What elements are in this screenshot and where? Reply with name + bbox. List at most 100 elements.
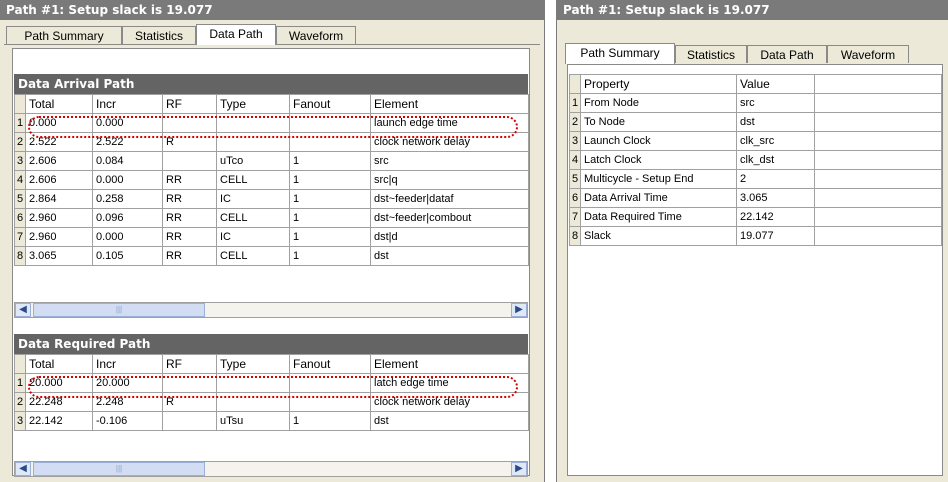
table-row[interactable]: 8 Slack 19.077 — [569, 226, 942, 246]
table-cell[interactable] — [162, 373, 217, 393]
column-header[interactable]: Element — [370, 94, 529, 114]
table-cell[interactable]: uTco — [216, 151, 290, 171]
table-cell[interactable]: RR — [162, 170, 217, 190]
table-cell[interactable]: 20.000 — [25, 373, 93, 393]
table-cell[interactable] — [289, 113, 371, 133]
table-row[interactable]: 4 2.606 0.000 RR CELL 1 src|q — [14, 170, 529, 190]
table-cell[interactable]: R — [162, 392, 217, 412]
table-cell[interactable]: Multicycle - Setup End — [580, 169, 737, 189]
table-cell[interactable]: 22.248 — [25, 392, 93, 412]
table-cell[interactable]: 0.000 — [92, 170, 163, 190]
table-cell[interactable]: 3.065 — [25, 246, 93, 266]
table-row[interactable]: 5 Multicycle - Setup End 2 — [569, 169, 942, 189]
table-cell[interactable]: 0.105 — [92, 246, 163, 266]
table-cell[interactable]: CELL — [216, 246, 290, 266]
table-row[interactable]: 7 2.960 0.000 RR IC 1 dst|d — [14, 227, 529, 247]
table-cell[interactable]: 1 — [289, 246, 371, 266]
column-header[interactable]: Incr — [92, 354, 163, 374]
column-header[interactable]: Incr — [92, 94, 163, 114]
table-cell[interactable]: IC — [216, 189, 290, 209]
table-row[interactable]: 1 20.000 20.000 latch edge time — [14, 373, 529, 393]
table-cell[interactable]: dst~feeder|dataf — [370, 189, 529, 209]
table-cell[interactable]: 2.606 — [25, 151, 93, 171]
table-row[interactable]: 1 0.000 0.000 launch edge time — [14, 113, 529, 133]
table-cell[interactable]: R — [162, 132, 217, 152]
table-cell[interactable]: 20.000 — [92, 373, 163, 393]
table-cell[interactable]: 1 — [289, 227, 371, 247]
table-cell[interactable]: 19.077 — [736, 226, 815, 246]
table-cell[interactable]: RR — [162, 246, 217, 266]
table-cell[interactable]: Latch Clock — [580, 150, 737, 170]
table-cell[interactable]: clk_dst — [736, 150, 815, 170]
table-cell[interactable]: 22.142 — [736, 207, 815, 227]
table-cell[interactable]: clock network delay — [370, 132, 529, 152]
table-cell[interactable]: dst~feeder|combout — [370, 208, 529, 228]
table-cell[interactable] — [162, 411, 217, 431]
table-cell[interactable]: 1 — [289, 170, 371, 190]
column-header[interactable]: Property — [580, 74, 737, 94]
table-row[interactable]: 3 2.606 0.084 uTco 1 src — [14, 151, 529, 171]
required-horizontal-scrollbar[interactable]: ◀ ||| ▶ — [14, 461, 528, 477]
table-cell[interactable]: clk_src — [736, 131, 815, 151]
table-cell[interactable]: CELL — [216, 208, 290, 228]
table-cell[interactable]: src — [736, 93, 815, 113]
table-cell[interactable]: 0.084 — [92, 151, 163, 171]
table-row[interactable]: 3 22.142 -0.106 uTsu 1 dst — [14, 411, 529, 431]
table-cell[interactable]: Data Required Time — [580, 207, 737, 227]
table-row[interactable]: 2 2.522 2.522 Rclock network delay — [14, 132, 529, 152]
arrival-horizontal-scrollbar[interactable]: ◀ ||| ▶ — [14, 302, 528, 318]
table-cell[interactable]: To Node — [580, 112, 737, 132]
column-header[interactable]: Fanout — [289, 94, 371, 114]
tab-statistics[interactable]: Statistics — [675, 45, 747, 63]
table-cell[interactable]: 0.000 — [25, 113, 93, 133]
column-header[interactable]: Total — [25, 94, 93, 114]
tab-data-path[interactable]: Data Path — [747, 45, 827, 63]
table-cell[interactable]: Data Arrival Time — [580, 188, 737, 208]
column-header[interactable]: Fanout — [289, 354, 371, 374]
tab-waveform[interactable]: Waveform — [827, 45, 909, 63]
table-cell[interactable] — [289, 132, 371, 152]
tab-waveform[interactable]: Waveform — [276, 26, 356, 44]
table-cell[interactable]: 1 — [289, 208, 371, 228]
table-cell[interactable]: 3.065 — [736, 188, 815, 208]
table-cell[interactable]: RR — [162, 208, 217, 228]
table-row[interactable]: 3 Launch Clock clk_src — [569, 131, 942, 151]
column-header[interactable]: RF — [162, 94, 217, 114]
table-cell[interactable]: RR — [162, 189, 217, 209]
table-cell[interactable]: src — [370, 151, 529, 171]
table-row[interactable]: 5 2.864 0.258 RR IC 1 dst~feeder|dataf — [14, 189, 529, 209]
scroll-right-arrow-icon[interactable]: ▶ — [511, 462, 527, 476]
tab-data-path[interactable]: Data Path — [196, 24, 276, 45]
table-cell[interactable]: launch edge time — [370, 113, 529, 133]
column-header[interactable]: Total — [25, 354, 93, 374]
table-cell[interactable]: 0.258 — [92, 189, 163, 209]
table-row[interactable]: 4 Latch Clock clk_dst — [569, 150, 942, 170]
table-row[interactable]: 7 Data Required Time 22.142 — [569, 207, 942, 227]
scroll-left-arrow-icon[interactable]: ◀ — [15, 462, 31, 476]
scroll-left-arrow-icon[interactable]: ◀ — [15, 303, 31, 317]
table-cell[interactable] — [216, 113, 290, 133]
table-cell[interactable]: 0.000 — [92, 227, 163, 247]
table-cell[interactable]: src|q — [370, 170, 529, 190]
table-cell[interactable]: From Node — [580, 93, 737, 113]
column-header[interactable]: Type — [216, 354, 290, 374]
table-row[interactable]: 8 3.065 0.105 RR CELL 1 dst — [14, 246, 529, 266]
table-cell[interactable] — [216, 392, 290, 412]
tab-path-summary[interactable]: Path Summary — [6, 26, 122, 44]
table-cell[interactable]: 2.960 — [25, 208, 93, 228]
table-cell[interactable]: CELL — [216, 170, 290, 190]
table-cell[interactable]: Slack — [580, 226, 737, 246]
column-header[interactable]: RF — [162, 354, 217, 374]
column-header[interactable]: Value — [736, 74, 815, 94]
table-cell[interactable]: clock network delay — [370, 392, 529, 412]
table-cell[interactable]: 2.960 — [25, 227, 93, 247]
table-cell[interactable]: 2.864 — [25, 189, 93, 209]
scrollbar-thumb[interactable]: ||| — [33, 462, 205, 476]
table-cell[interactable]: 1 — [289, 189, 371, 209]
table-cell[interactable]: uTsu — [216, 411, 290, 431]
table-cell[interactable]: 0.096 — [92, 208, 163, 228]
table-cell[interactable] — [289, 392, 371, 412]
table-cell[interactable]: 0.000 — [92, 113, 163, 133]
column-header[interactable]: Element — [370, 354, 529, 374]
table-cell[interactable]: 1 — [289, 151, 371, 171]
